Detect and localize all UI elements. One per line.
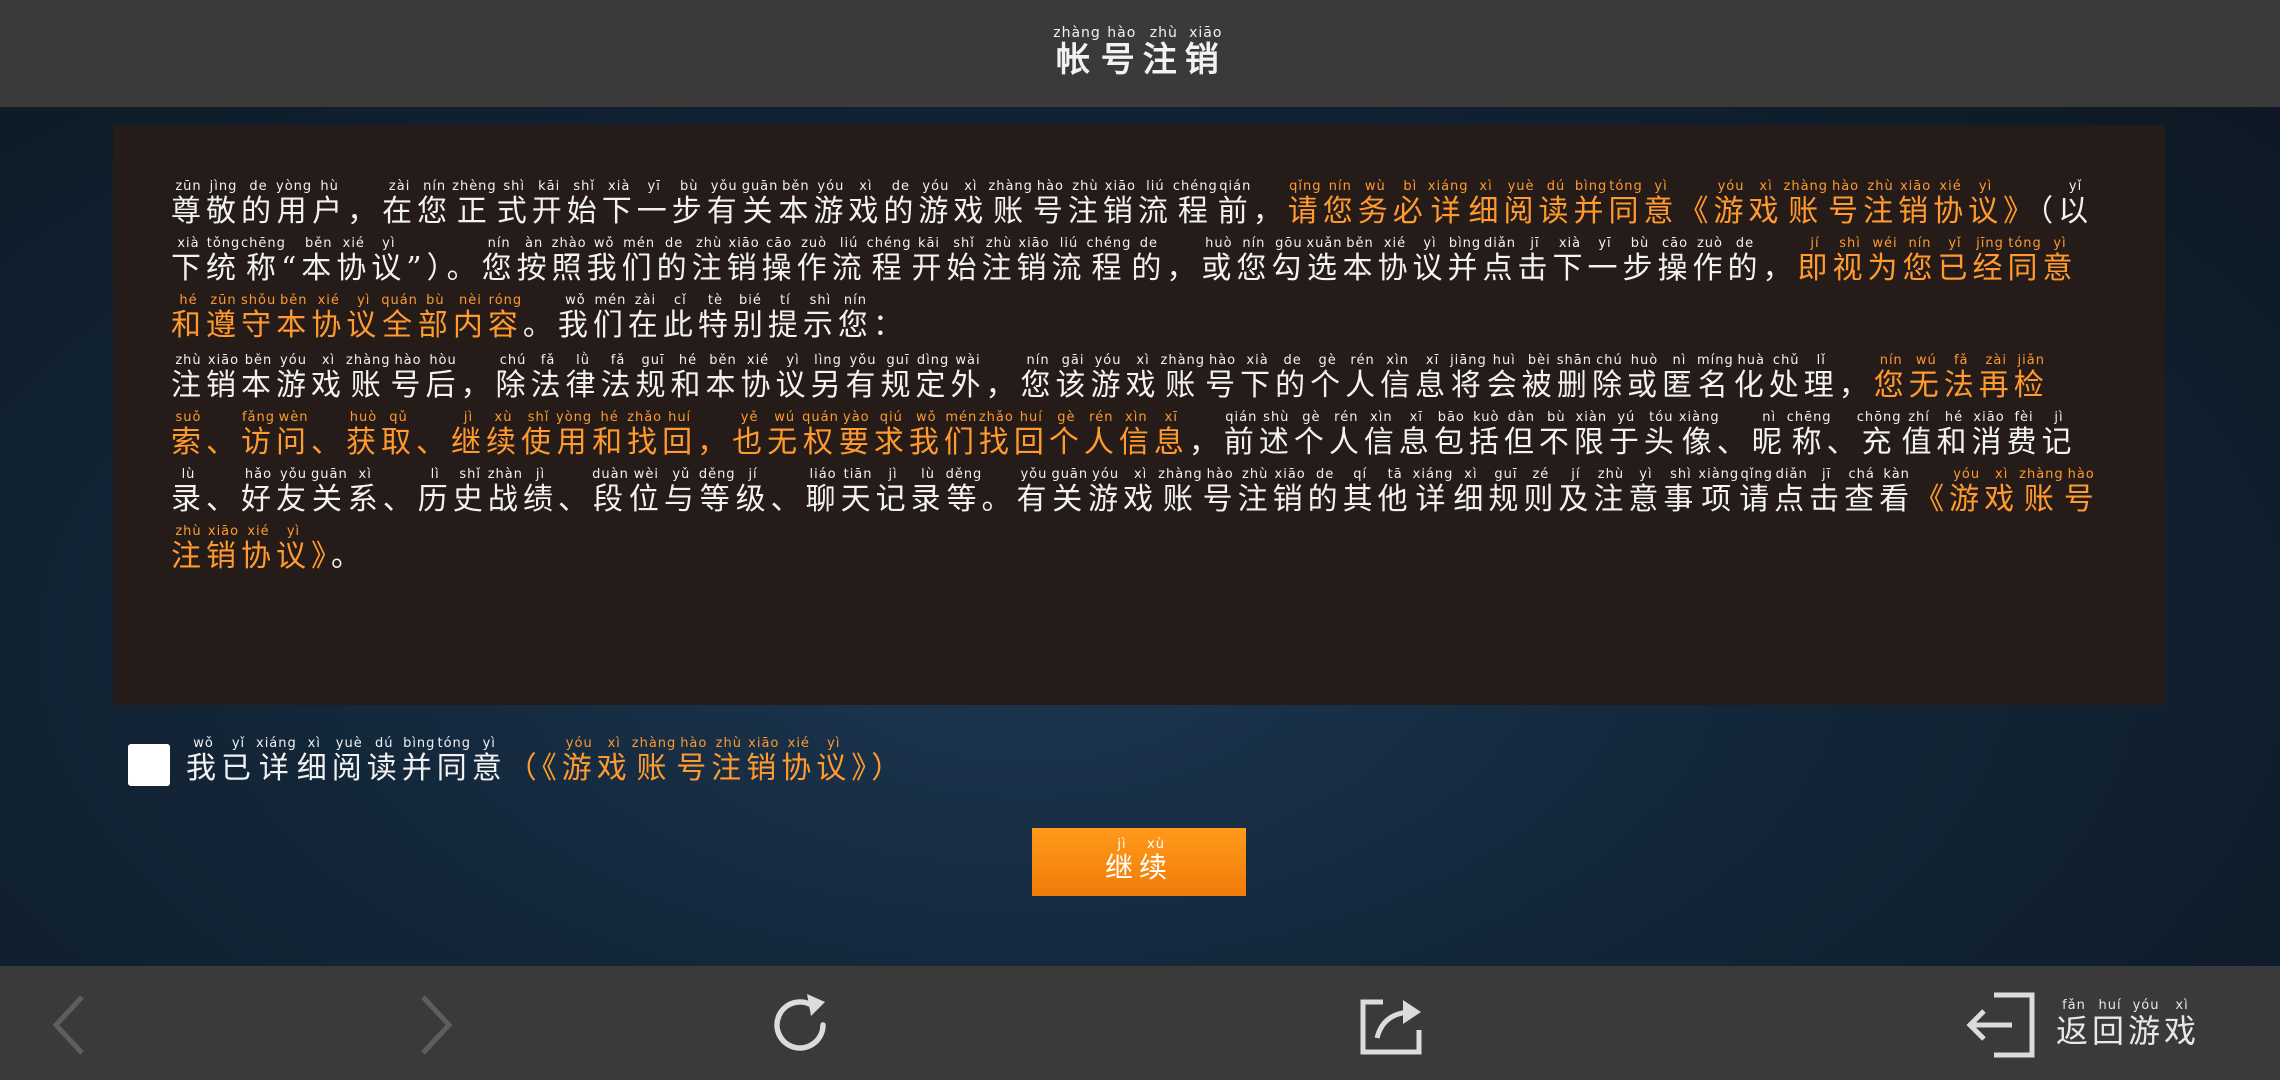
continue-button[interactable]: 继jì 续xù bbox=[1032, 828, 1246, 896]
back-nav-button[interactable] bbox=[40, 985, 100, 1065]
body-text: 。我wǒ们mén在zài此cǐ特tè别bié提tí示shì您nín： bbox=[522, 293, 908, 343]
back-to-game-label: 返fǎn回huí游yóu戏xì bbox=[2056, 997, 2201, 1050]
agree-row[interactable]: 我wǒ已yǐ详xiáng细xì阅yuè读dú并bìng同tóng意yì（《游yó… bbox=[128, 736, 906, 790]
share-icon bbox=[1360, 999, 1422, 1055]
highlight-text: 《游yóu戏xì账zhàng号hào注zhù销xiāo协xié议yì》 bbox=[541, 735, 872, 786]
body-text: 注zhù销xiāo本běn游yóu戏xì账zhàng号hào后hòu，除chú法… bbox=[171, 353, 1874, 403]
notice-paragraph-2: 注zhù销xiāo本běn游yóu戏xì账zhàng号hào后hòu，除chú法… bbox=[171, 353, 2107, 585]
share-button[interactable] bbox=[1350, 985, 1434, 1065]
refresh-icon bbox=[774, 994, 826, 1051]
highlight-text: 请qǐng您nín务wù必bì详xiáng细xì阅yuè读dú并bìng同tón… bbox=[1287, 179, 2039, 229]
agreement-content-panel: 尊zūn敬jìng的de用yòng户hù，在zài您nín正zhèng式shì开… bbox=[113, 125, 2165, 705]
body-text: 我wǒ已yǐ详xiáng细xì阅yuè读dú并bìng同tóng意yì bbox=[186, 735, 507, 786]
body-text: 。 bbox=[331, 539, 366, 574]
exit-icon bbox=[1966, 992, 2035, 1058]
highlight-text: ） bbox=[871, 750, 907, 786]
page-title: 帐zhàng号hào注zhù销xiāo bbox=[1053, 25, 1227, 80]
highlight-text: （ bbox=[506, 750, 542, 786]
agree-checkbox[interactable] bbox=[128, 744, 170, 786]
header-bar: 帐zhàng号hào注zhù销xiāo bbox=[0, 0, 2280, 107]
agree-label[interactable]: 我wǒ已yǐ详xiáng细xì阅yuè读dú并bìng同tóng意yì（《游yó… bbox=[186, 735, 907, 794]
body-text: 尊zūn敬jìng的de用yòng户hù，在zài您nín正zhèng式shì开… bbox=[171, 179, 1288, 229]
chevron-right-icon bbox=[421, 995, 453, 1055]
forward-nav-button[interactable] bbox=[405, 985, 465, 1065]
bottom-toolbar bbox=[0, 966, 2280, 1080]
refresh-button[interactable] bbox=[758, 985, 842, 1065]
notice-paragraph-1: 尊zūn敬jìng的de用yòng户hù，在zài您nín正zhèng式shì开… bbox=[171, 179, 2107, 354]
chevron-left-icon bbox=[52, 995, 84, 1055]
back-to-game-button[interactable]: 返fǎn回huí游yóu戏xì bbox=[1964, 985, 2264, 1065]
